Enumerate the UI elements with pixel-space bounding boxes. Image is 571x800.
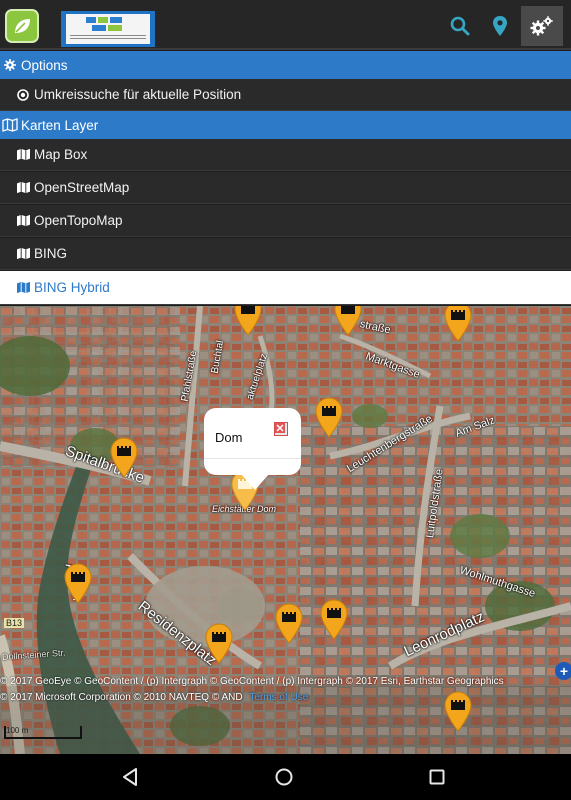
poi-marker[interactable]: [233, 306, 263, 336]
map-icon: [15, 180, 31, 196]
terms-of-use-link[interactable]: Terms of Use: [249, 692, 308, 703]
map-marker-icon[interactable]: [481, 8, 519, 44]
label-b13: B13: [4, 618, 25, 628]
dot-circle-icon: [15, 87, 31, 103]
options-header-label: Options: [21, 57, 68, 73]
map-layers-header[interactable]: Karten Layer: [0, 111, 571, 139]
app-leaf-icon[interactable]: [5, 9, 39, 43]
brand-logo[interactable]: [61, 11, 155, 47]
layer-item-label: OpenTopoMap: [34, 213, 123, 228]
map-view[interactable]: Spitalbrücke Residenzplatz Leonrodplatz …: [0, 306, 571, 754]
map-icon: [15, 147, 31, 163]
layer-item-label: BING Hybrid: [34, 280, 110, 295]
map-attribution-line1: © 2017 GeoEye © GeoContent / (p) Intergr…: [0, 676, 504, 687]
menu-item-radius-search[interactable]: Umkreissuche für aktuelle Position: [0, 79, 571, 111]
options-header[interactable]: Options: [0, 51, 571, 79]
layer-item-map-box[interactable]: Map Box: [0, 139, 571, 171]
attribution-text: © 2017 Microsoft Corporation © 2010 NAVT…: [0, 692, 243, 703]
layer-item-opentopomap[interactable]: OpenTopoMap: [0, 205, 571, 237]
layer-item-label: OpenStreetMap: [34, 180, 130, 195]
popup-title: Dom: [215, 430, 243, 445]
popup-tail: [241, 474, 269, 490]
scale-label: 100 m: [6, 726, 29, 735]
app-toolbar: [0, 0, 571, 50]
back-triangle-icon[interactable]: [118, 765, 142, 789]
popup-divider: [204, 458, 301, 459]
layer-item-bing[interactable]: BING: [0, 238, 571, 270]
poi-marker[interactable]: [333, 306, 363, 336]
poi-marker[interactable]: [63, 562, 93, 604]
logo-subtitle-lines: [70, 35, 146, 41]
map-attribution-line2: © 2017 Microsoft Corporation © 2010 NAVT…: [0, 692, 571, 703]
layer-item-openstreetmap[interactable]: OpenStreetMap: [0, 172, 571, 204]
map-popup[interactable]: Dom: [204, 408, 301, 490]
layer-item-label: BING: [34, 246, 68, 261]
map-icon: [15, 246, 31, 262]
map-layers-header-label: Karten Layer: [21, 117, 99, 133]
poi-marker[interactable]: [274, 602, 304, 644]
close-icon[interactable]: [274, 422, 288, 436]
search-icon[interactable]: [441, 8, 479, 44]
menu-item-label: Umkreissuche für aktuelle Position: [34, 87, 242, 102]
map-icon: [15, 280, 31, 296]
poi-marker[interactable]: [109, 436, 139, 478]
layer-item-label: Map Box: [34, 147, 88, 162]
map-icon: [15, 213, 31, 229]
cogs-icon[interactable]: [521, 6, 563, 46]
home-circle-icon[interactable]: [272, 765, 296, 789]
cog-icon: [2, 57, 18, 73]
poi-marker[interactable]: [443, 306, 473, 342]
recents-square-icon[interactable]: [425, 765, 449, 789]
map-icon: [2, 117, 18, 133]
poi-marker[interactable]: [314, 396, 344, 438]
poi-marker[interactable]: [319, 598, 349, 640]
poi-marker[interactable]: [204, 622, 234, 664]
system-navigation-bar: [0, 754, 571, 800]
layer-item-bing-hybrid[interactable]: BING Hybrid: [0, 271, 571, 305]
